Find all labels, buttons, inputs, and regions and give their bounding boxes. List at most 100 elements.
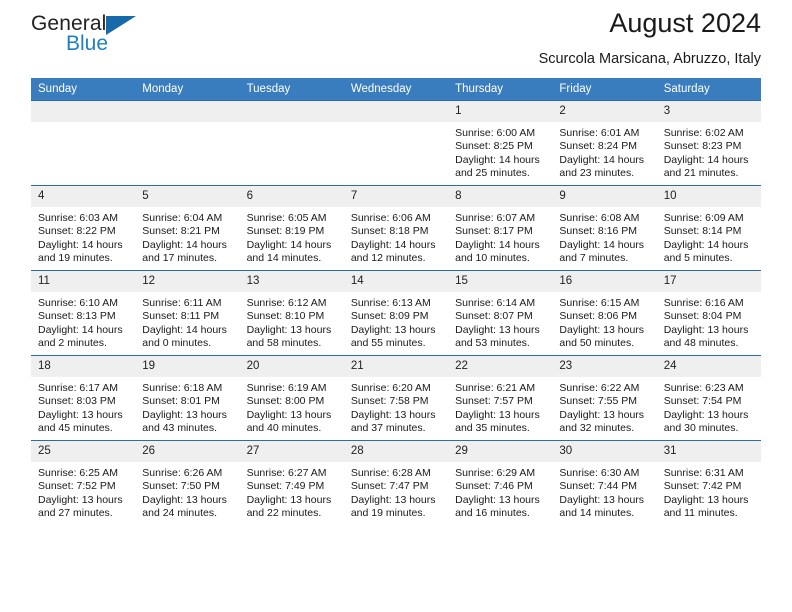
calendar-day-cell[interactable]: 18 Sunrise: 6:17 AM Sunset: 8:03 PM Dayligh… (31, 355, 136, 441)
sunrise-text: Sunrise: 6:23 AM (663, 382, 744, 394)
calendar-day-cell[interactable]: 31 Sunrise: 6:31 AM Sunset: 7:42 PM Dayligh… (656, 440, 761, 525)
sunset-text: Sunset: 7:49 PM (246, 480, 325, 493)
calendar-day-cell[interactable]: 28 Sunrise: 6:28 AM Sunset: 7:47 PM Dayligh… (343, 440, 449, 525)
calendar-day-cell-empty (239, 100, 344, 186)
calendar-day-cell[interactable]: 2 Sunrise: 6:01 AM Sunset: 8:24 PM Daylight… (552, 100, 657, 186)
day-info: Sunrise: 6:09 AM Sunset: 8:14 PM Daylight:… (657, 207, 761, 266)
sunset-text: Sunset: 8:16 PM (559, 225, 638, 238)
calendar-day-cell[interactable]: 20 Sunrise: 6:19 AM Sunset: 8:00 PM Dayligh… (239, 355, 344, 441)
day-number: 16 (552, 271, 657, 292)
brand-logo[interactable]: General Blue (31, 13, 201, 63)
sunrise-text: Sunrise: 6:12 AM (246, 297, 327, 309)
calendar-day-cell[interactable]: 6 Sunrise: 6:05 AM Sunset: 8:19 PM Daylight… (239, 185, 344, 271)
daylight-text: Daylight: 14 hours and 5 minutes. (663, 238, 749, 265)
sunset-text: Sunset: 7:58 PM (350, 395, 429, 408)
daylight-text: Daylight: 13 hours and 27 minutes. (38, 493, 123, 520)
daylight-text: Daylight: 13 hours and 22 minutes. (246, 493, 332, 520)
day-info: Sunrise: 6:22 AM Sunset: 7:55 PM Daylight:… (552, 377, 656, 436)
calendar-day-cell[interactable]: 16 Sunrise: 6:15 AM Sunset: 8:06 PM Dayligh… (552, 270, 657, 356)
day-info: Sunrise: 6:04 AM Sunset: 8:21 PM Daylight:… (135, 207, 239, 266)
sunrise-text: Sunrise: 6:26 AM (142, 467, 223, 479)
day-info: Sunrise: 6:25 AM Sunset: 7:52 PM Daylight:… (31, 462, 135, 521)
day-number: 23 (552, 356, 657, 377)
calendar-day-cell[interactable]: 12 Sunrise: 6:11 AM Sunset: 8:11 PM Dayligh… (135, 270, 240, 356)
daylight-text: Daylight: 13 hours and 58 minutes. (246, 323, 332, 350)
daylight-text: Daylight: 13 hours and 24 minutes. (142, 493, 227, 520)
calendar-week-row: 1 Sunrise: 6:00 AM Sunset: 8:25 PM Daylight… (31, 100, 761, 186)
sunset-text: Sunset: 8:17 PM (455, 225, 533, 238)
daylight-text: Daylight: 14 hours and 2 minutes. (38, 323, 123, 350)
calendar-week-row: 11 Sunrise: 6:10 AM Sunset: 8:13 PM Dayligh… (31, 270, 761, 356)
sunrise-text: Sunrise: 6:11 AM (142, 297, 222, 309)
day-number: 29 (448, 441, 553, 462)
daylight-text: Daylight: 13 hours and 55 minutes. (350, 323, 436, 350)
day-info: Sunrise: 6:26 AM Sunset: 7:50 PM Daylight:… (135, 462, 239, 521)
daylight-text: Daylight: 14 hours and 25 minutes. (455, 153, 540, 180)
day-number: 5 (135, 186, 240, 207)
sunrise-text: Sunrise: 6:22 AM (559, 382, 640, 394)
calendar-day-cell[interactable]: 4 Sunrise: 6:03 AM Sunset: 8:22 PM Daylight… (31, 185, 136, 271)
day-info: Sunrise: 6:23 AM Sunset: 7:54 PM Daylight:… (657, 377, 761, 436)
calendar-day-cell[interactable]: 19 Sunrise: 6:18 AM Sunset: 8:01 PM Dayligh… (135, 355, 240, 441)
sunrise-text: Sunrise: 6:02 AM (663, 127, 744, 139)
calendar-day-cell[interactable]: 5 Sunrise: 6:04 AM Sunset: 8:21 PM Daylight… (135, 185, 240, 271)
daylight-text: Daylight: 13 hours and 50 minutes. (559, 323, 645, 350)
daylight-text: Daylight: 14 hours and 7 minutes. (559, 238, 645, 265)
day-number: 27 (239, 441, 344, 462)
day-info: Sunrise: 6:03 AM Sunset: 8:22 PM Daylight:… (31, 207, 135, 266)
sunset-text: Sunset: 7:52 PM (38, 480, 116, 493)
weekday-row: Sunday Monday Tuesday Wednesday Thursday Frid… (31, 78, 761, 101)
weekday-header-wednesday: Wednesday (343, 78, 449, 101)
sunset-text: Sunset: 7:42 PM (663, 480, 742, 493)
calendar-day-cell[interactable]: 23 Sunrise: 6:22 AM Sunset: 7:55 PM Dayligh… (552, 355, 657, 441)
weekday-header-thursday: Thursday (448, 78, 553, 101)
calendar-day-cell[interactable]: 9 Sunrise: 6:08 AM Sunset: 8:16 PM Daylight… (552, 185, 657, 271)
weekday-header-tuesday: Tuesday (239, 78, 344, 101)
day-number (31, 101, 136, 122)
title-block: August 2024 Scurcola Marsicana, Abruzzo,… (539, 0, 761, 69)
calendar-day-cell[interactable]: 25 Sunrise: 6:25 AM Sunset: 7:52 PM Dayligh… (31, 440, 136, 525)
sunset-text: Sunset: 8:22 PM (38, 225, 116, 238)
daylight-text: Daylight: 14 hours and 14 minutes. (246, 238, 332, 265)
daylight-text: Daylight: 13 hours and 35 minutes. (455, 408, 540, 435)
day-info: Sunrise: 6:31 AM Sunset: 7:42 PM Daylight:… (657, 462, 761, 521)
calendar-page: General Blue August 2024 Scurcola Marsic… (0, 0, 792, 612)
calendar-day-cell[interactable]: 14 Sunrise: 6:13 AM Sunset: 8:09 PM Dayligh… (343, 270, 449, 356)
daylight-text: Daylight: 13 hours and 14 minutes. (559, 493, 645, 520)
sunrise-sunset-calendar: Sunday Monday Tuesday Wednesday Thursday Frid… (31, 78, 761, 525)
calendar-day-cell[interactable]: 29 Sunrise: 6:29 AM Sunset: 7:46 PM Dayligh… (448, 440, 553, 525)
calendar-day-cell[interactable]: 3 Sunrise: 6:02 AM Sunset: 8:23 PM Daylight… (656, 100, 761, 186)
calendar-day-cell[interactable]: 1 Sunrise: 6:00 AM Sunset: 8:25 PM Daylight… (448, 100, 553, 186)
day-info: Sunrise: 6:10 AM Sunset: 8:13 PM Daylight:… (31, 292, 135, 351)
sunset-text: Sunset: 8:21 PM (142, 225, 220, 238)
page-header: General Blue August 2024 Scurcola Marsic… (31, 0, 761, 72)
sunrise-text: Sunrise: 6:13 AM (350, 297, 431, 309)
day-info: Sunrise: 6:30 AM Sunset: 7:44 PM Daylight:… (552, 462, 656, 521)
day-number: 2 (552, 101, 657, 122)
sunrise-text: Sunrise: 6:00 AM (455, 127, 536, 139)
calendar-day-cell[interactable]: 10 Sunrise: 6:09 AM Sunset: 8:14 PM Dayligh… (656, 185, 761, 271)
calendar-day-cell[interactable]: 13 Sunrise: 6:12 AM Sunset: 8:10 PM Dayligh… (239, 270, 344, 356)
calendar-day-cell[interactable]: 17 Sunrise: 6:16 AM Sunset: 8:04 PM Dayligh… (656, 270, 761, 356)
day-info: Sunrise: 6:29 AM Sunset: 7:46 PM Daylight:… (448, 462, 552, 521)
sunrise-text: Sunrise: 6:15 AM (559, 297, 640, 309)
daylight-text: Daylight: 13 hours and 40 minutes. (246, 408, 332, 435)
sunset-text: Sunset: 7:46 PM (455, 480, 533, 493)
day-number: 14 (343, 271, 449, 292)
calendar-day-cell[interactable]: 27 Sunrise: 6:27 AM Sunset: 7:49 PM Dayligh… (239, 440, 344, 525)
calendar-day-cell[interactable]: 15 Sunrise: 6:14 AM Sunset: 8:07 PM Dayligh… (448, 270, 553, 356)
calendar-day-cell[interactable]: 7 Sunrise: 6:06 AM Sunset: 8:18 PM Daylight… (343, 185, 449, 271)
calendar-day-cell[interactable]: 26 Sunrise: 6:26 AM Sunset: 7:50 PM Dayligh… (135, 440, 240, 525)
calendar-day-cell[interactable]: 22 Sunrise: 6:21 AM Sunset: 7:57 PM Dayligh… (448, 355, 553, 441)
calendar-day-cell[interactable]: 30 Sunrise: 6:30 AM Sunset: 7:44 PM Dayligh… (552, 440, 657, 525)
sunset-text: Sunset: 8:06 PM (559, 310, 638, 323)
day-number (239, 101, 344, 122)
sunset-text: Sunset: 8:25 PM (455, 140, 533, 153)
sunrise-text: Sunrise: 6:21 AM (455, 382, 536, 394)
day-info: Sunrise: 6:14 AM Sunset: 8:07 PM Daylight:… (448, 292, 552, 351)
calendar-day-cell[interactable]: 21 Sunrise: 6:20 AM Sunset: 7:58 PM Dayligh… (343, 355, 449, 441)
calendar-day-cell[interactable]: 8 Sunrise: 6:07 AM Sunset: 8:17 PM Daylight… (448, 185, 553, 271)
day-info: Sunrise: 6:18 AM Sunset: 8:01 PM Daylight:… (135, 377, 239, 436)
calendar-day-cell[interactable]: 24 Sunrise: 6:23 AM Sunset: 7:54 PM Dayligh… (656, 355, 761, 441)
calendar-day-cell[interactable]: 11 Sunrise: 6:10 AM Sunset: 8:13 PM Dayligh… (31, 270, 136, 356)
